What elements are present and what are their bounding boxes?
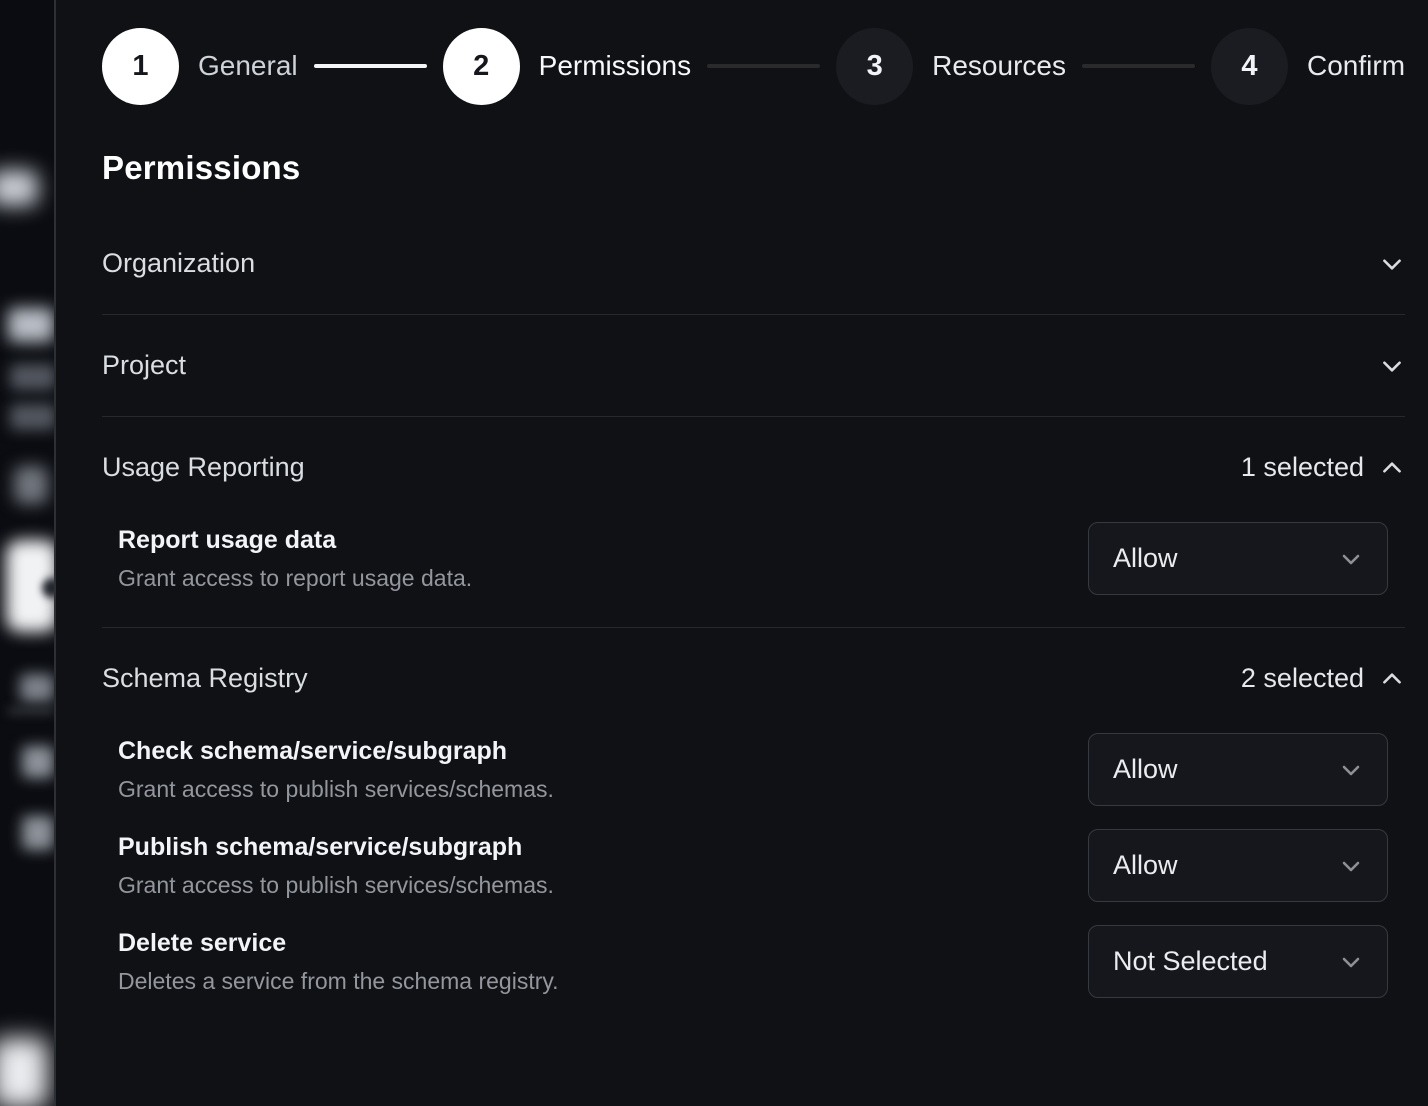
step-label: General — [198, 50, 298, 82]
section-title: Usage Reporting — [102, 452, 305, 483]
select-value: Allow — [1113, 850, 1178, 881]
section-header-organization[interactable]: Organization — [102, 213, 1405, 314]
permission-row-report-usage-data: Report usage data Grant access to report… — [102, 522, 1405, 595]
permission-title: Publish schema/service/subgraph — [118, 833, 554, 862]
permission-description: Deletes a service from the schema regist… — [118, 968, 559, 995]
permission-select-report-usage-data[interactable]: Allow — [1088, 522, 1388, 595]
permission-description: Grant access to publish services/schemas… — [118, 872, 554, 899]
blurred-bottom-item — [0, 1038, 48, 1106]
chevron-down-icon — [1339, 950, 1363, 974]
permission-title: Delete service — [118, 929, 559, 958]
blurred-nav-item — [22, 746, 54, 778]
step-general[interactable]: 1 General — [102, 28, 298, 105]
selected-count-badge: 2 selected — [1241, 663, 1364, 694]
permission-row-publish-schema: Publish schema/service/subgraph Grant ac… — [102, 829, 1405, 902]
select-value: Not Selected — [1113, 946, 1268, 977]
chevron-down-icon — [1339, 547, 1363, 571]
step-number-badge: 4 — [1211, 28, 1288, 105]
wizard-stepper: 1 General 2 Permissions 3 Resources 4 Co… — [102, 27, 1405, 105]
step-resources[interactable]: 3 Resources — [836, 28, 1066, 105]
section-header-project[interactable]: Project — [102, 315, 1405, 416]
chevron-down-icon — [1339, 758, 1363, 782]
step-confirm[interactable]: 4 Confirm — [1211, 28, 1405, 105]
section-schema-registry: Schema Registry 2 selected Check schema/… — [102, 628, 1405, 1030]
section-header-usage-reporting[interactable]: Usage Reporting 1 selected — [102, 417, 1405, 518]
permission-select-check-schema[interactable]: Allow — [1088, 733, 1388, 806]
permission-row-check-schema: Check schema/service/subgraph Grant acce… — [102, 733, 1405, 806]
chevron-down-icon — [1379, 353, 1405, 379]
create-key-wizard-panel: 1 General 2 Permissions 3 Resources 4 Co… — [56, 0, 1428, 1106]
blurred-nav-item — [14, 466, 48, 504]
select-value: Allow — [1113, 754, 1178, 785]
chevron-up-icon — [1379, 455, 1405, 481]
blurred-nav-item — [22, 816, 54, 850]
step-number-badge: 2 — [443, 28, 520, 105]
step-number-badge: 1 — [102, 28, 179, 105]
blurred-logo — [0, 170, 38, 206]
section-title: Project — [102, 350, 186, 381]
section-organization: Organization — [102, 213, 1405, 315]
permission-title: Report usage data — [118, 526, 472, 555]
blurred-nav-item — [20, 674, 54, 702]
blurred-nav-text — [10, 364, 54, 390]
permission-row-delete-service: Delete service Deletes a service from th… — [102, 925, 1405, 998]
chevron-down-icon — [1339, 854, 1363, 878]
select-value: Allow — [1113, 543, 1178, 574]
section-usage-reporting: Usage Reporting 1 selected Report usage … — [102, 417, 1405, 628]
background-sidebar — [0, 0, 54, 1106]
section-title: Organization — [102, 248, 255, 279]
page-title: Permissions — [102, 149, 1405, 187]
step-label: Permissions — [539, 50, 691, 82]
selected-count-badge: 1 selected — [1241, 452, 1364, 483]
stepper-connector — [1082, 64, 1195, 68]
permission-select-publish-schema[interactable]: Allow — [1088, 829, 1388, 902]
chevron-up-icon — [1379, 666, 1405, 692]
section-title: Schema Registry — [102, 663, 308, 694]
permission-description: Grant access to report usage data. — [118, 565, 472, 592]
section-project: Project — [102, 315, 1405, 417]
step-permissions[interactable]: 2 Permissions — [443, 28, 691, 105]
permission-title: Check schema/service/subgraph — [118, 737, 554, 766]
permission-description: Grant access to publish services/schemas… — [118, 776, 554, 803]
step-label: Resources — [932, 50, 1066, 82]
permission-select-delete-service[interactable]: Not Selected — [1088, 925, 1388, 998]
blurred-nav-text — [10, 404, 54, 430]
step-number-badge: 3 — [836, 28, 913, 105]
section-header-schema-registry[interactable]: Schema Registry 2 selected — [102, 628, 1405, 729]
chevron-down-icon — [1379, 251, 1405, 277]
blurred-nav-heading — [8, 308, 54, 342]
stepper-connector — [707, 64, 820, 68]
step-label: Confirm — [1307, 50, 1405, 82]
blurred-divider — [8, 708, 54, 714]
stepper-connector — [314, 64, 427, 68]
